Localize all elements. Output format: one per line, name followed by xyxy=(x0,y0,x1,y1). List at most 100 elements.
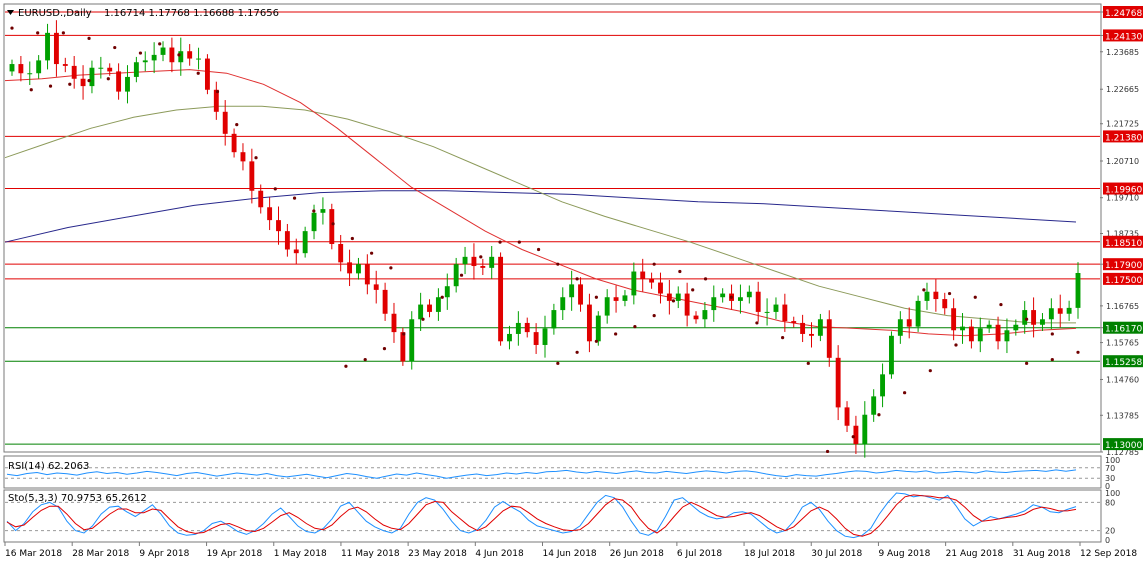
sar-dot xyxy=(382,347,387,351)
price-tick-label: 1.23685 xyxy=(1106,48,1139,57)
candle-body xyxy=(986,324,992,329)
candle-body xyxy=(373,284,379,290)
sar-dot xyxy=(851,435,855,439)
sar-dot xyxy=(196,71,200,75)
indicator-tick-label: 80 xyxy=(1105,498,1115,507)
sar-dot xyxy=(215,90,220,94)
date-tick-label: 14 Jun 2018 xyxy=(543,549,597,559)
candle-body xyxy=(382,289,388,314)
candle-body xyxy=(98,67,104,69)
sar-dot xyxy=(177,53,181,57)
sar-dot xyxy=(633,325,637,329)
sar-dot xyxy=(312,209,316,213)
sar-dot xyxy=(556,262,560,266)
candle-body xyxy=(196,58,201,60)
sar-dot xyxy=(1025,361,1029,365)
date-tick-label: 12 Sep 2018 xyxy=(1080,549,1137,559)
candle-body xyxy=(995,324,1001,342)
sar-dot xyxy=(678,269,682,274)
candle-body xyxy=(27,73,33,75)
price-tick-label: 1.14760 xyxy=(1106,375,1139,384)
sar-dot xyxy=(363,358,367,362)
candle-body xyxy=(267,207,273,221)
date-tick-label: 31 Aug 2018 xyxy=(1013,549,1071,559)
sar-dot xyxy=(691,288,695,292)
candle-body xyxy=(71,65,77,79)
candle xyxy=(204,54,210,95)
level-label: 1.19960 xyxy=(1105,186,1142,196)
candle-body xyxy=(782,304,788,322)
candle-body xyxy=(622,295,628,301)
candle xyxy=(889,331,894,379)
sar-dot xyxy=(292,196,297,200)
ohlc-readout: 1.16714 1.17768 1.16688 1.17656 xyxy=(104,8,279,19)
candle-body xyxy=(604,297,610,316)
sar-dot xyxy=(48,84,53,88)
candle-body xyxy=(444,286,450,298)
sar-dot xyxy=(806,361,810,365)
date-tick-label: 4 Jun 2018 xyxy=(475,549,524,559)
sar-dot xyxy=(440,295,444,299)
candle-body xyxy=(18,64,24,74)
candle-body xyxy=(560,297,566,311)
candle-body xyxy=(284,231,290,250)
sar-dot xyxy=(87,78,91,83)
candle-body xyxy=(853,425,859,445)
sar-dot xyxy=(671,299,676,303)
candle-body xyxy=(45,32,50,61)
candle-body xyxy=(835,357,841,408)
candle-body xyxy=(1040,319,1045,325)
candle-body xyxy=(515,322,521,334)
candle-body xyxy=(1004,330,1010,342)
date-tick-label: 30 Jul 2018 xyxy=(811,549,862,559)
sar-dot xyxy=(947,291,952,296)
candle-body xyxy=(489,256,495,268)
candle-body xyxy=(702,310,708,320)
candle-body xyxy=(542,328,548,345)
candle-body xyxy=(151,54,157,61)
candle-body xyxy=(977,328,983,342)
candle-body xyxy=(1075,272,1081,308)
candle-body xyxy=(649,278,655,283)
sar-dot xyxy=(350,236,354,241)
indicator-tick-label: 20 xyxy=(1105,527,1115,536)
candle-body xyxy=(533,332,539,345)
candle-body xyxy=(133,62,139,77)
candle xyxy=(409,311,415,370)
sar-dot xyxy=(254,156,258,160)
date-tick-label: 26 Jun 2018 xyxy=(610,549,664,559)
candle-body xyxy=(631,271,637,296)
candle-body xyxy=(675,293,681,301)
candle-body xyxy=(578,284,583,305)
date-tick-label: 28 Mar 2018 xyxy=(72,549,129,559)
candle-body xyxy=(658,282,663,294)
level-label: 1.21380 xyxy=(1105,133,1142,143)
stochastic-title: Sto(5,3,3) 70.9753 65.2612 xyxy=(8,493,147,504)
candle-body xyxy=(480,266,486,268)
candle-body xyxy=(204,58,210,90)
sar-dot xyxy=(652,262,656,266)
candle-body xyxy=(160,47,166,55)
candle-body xyxy=(169,47,175,63)
price-tick-label: 1.16765 xyxy=(1106,302,1139,311)
price-tick-label: 1.20710 xyxy=(1106,157,1139,166)
candle-body xyxy=(36,60,42,74)
sar-dot xyxy=(138,51,143,55)
candle-body xyxy=(960,326,965,331)
candle-body xyxy=(684,293,690,316)
candle-body xyxy=(1057,308,1063,314)
sar-dot xyxy=(999,302,1003,307)
sar-dot xyxy=(556,361,560,365)
sar-dot xyxy=(517,240,521,244)
sar-dot xyxy=(61,31,65,35)
sar-dot xyxy=(498,240,502,244)
candle-body xyxy=(897,319,903,336)
sar-dot xyxy=(235,123,239,127)
candle-body xyxy=(951,308,957,331)
candle-body xyxy=(9,64,15,72)
sar-dot xyxy=(1025,317,1029,321)
candle-body xyxy=(453,264,459,287)
sar-dot xyxy=(575,350,579,354)
date-tick-label: 9 Aug 2018 xyxy=(878,549,930,559)
level-label: 1.13000 xyxy=(1105,441,1142,451)
